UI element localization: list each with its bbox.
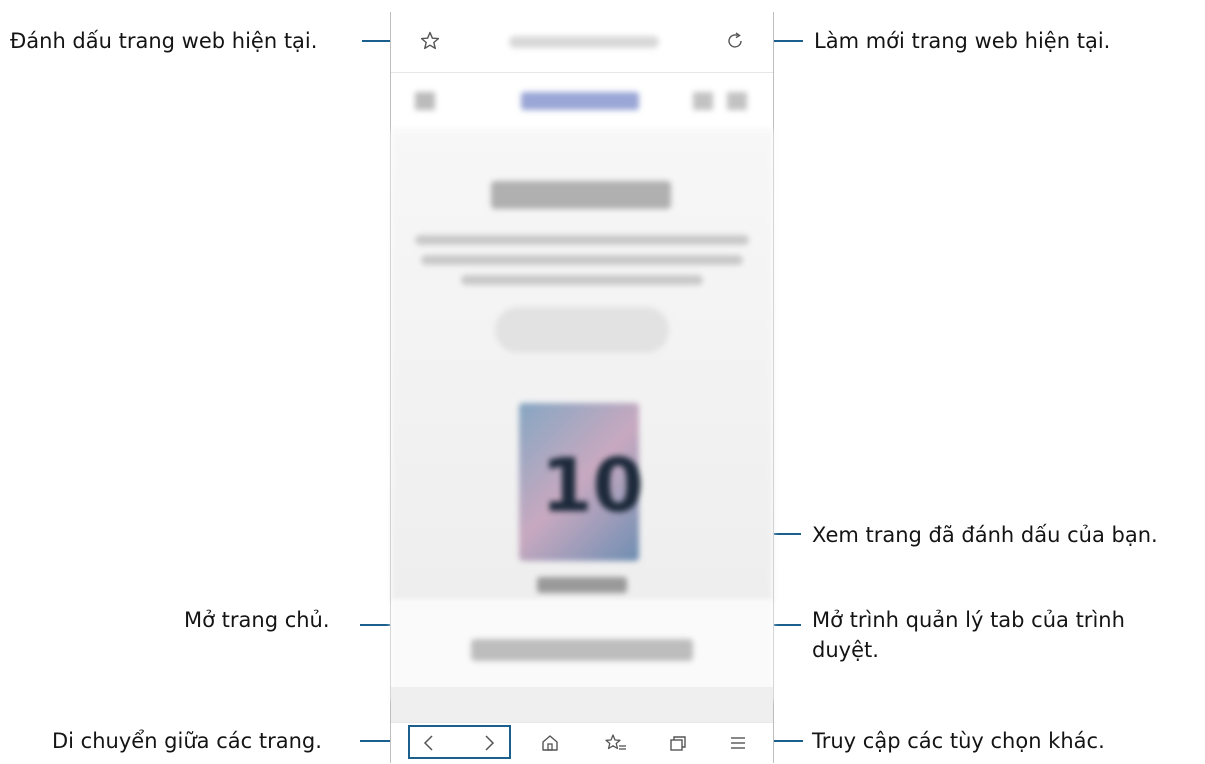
tabs-icon[interactable] <box>667 732 689 754</box>
home-icon[interactable] <box>539 732 561 754</box>
web-page-preview: 10 <box>391 131 773 601</box>
url-field[interactable] <box>509 36 659 48</box>
product-caption <box>537 577 627 593</box>
callout-navigate-pages: Di chuyển giữa các trang. <box>52 729 322 753</box>
page-lower-section <box>391 601 773 701</box>
section-heading <box>471 639 693 661</box>
site-menu-icon[interactable] <box>415 92 435 110</box>
hero-text-line <box>461 275 703 285</box>
hero-title <box>491 181 671 209</box>
browser-window: 10 <box>390 12 774 764</box>
site-search-icon[interactable] <box>727 92 747 110</box>
page-footer-strip <box>391 687 773 727</box>
callout-more-options: Truy cập các tùy chọn khác. <box>812 729 1105 753</box>
callout-refresh-current: Làm mới trang web hiện tại. <box>814 29 1111 53</box>
callout-tab-manager: Mở trình quản lý tab của trình duyệt. <box>812 608 1125 662</box>
hero-button[interactable] <box>495 307 669 353</box>
site-header <box>391 72 773 131</box>
cart-icon[interactable] <box>693 92 713 110</box>
callout-open-home: Mở trang chủ. <box>184 608 330 632</box>
hero-text-line <box>415 235 749 245</box>
refresh-icon[interactable] <box>724 30 746 52</box>
bookmarks-list-icon[interactable] <box>604 732 628 754</box>
browser-toolbar <box>391 722 773 764</box>
hero-text-line <box>421 255 743 265</box>
product-image: 10 <box>519 403 644 561</box>
back-icon[interactable] <box>419 732 439 754</box>
callout-bookmark-current: Đánh dấu trang web hiện tại. <box>10 29 318 53</box>
site-logo[interactable] <box>521 92 639 110</box>
menu-icon[interactable] <box>727 732 749 754</box>
address-bar <box>391 12 773 73</box>
product-number: 10 <box>541 443 644 529</box>
callout-view-bookmarks: Xem trang đã đánh dấu của bạn. <box>812 523 1158 547</box>
forward-icon[interactable] <box>479 732 499 754</box>
bookmark-star-icon[interactable] <box>419 30 441 52</box>
